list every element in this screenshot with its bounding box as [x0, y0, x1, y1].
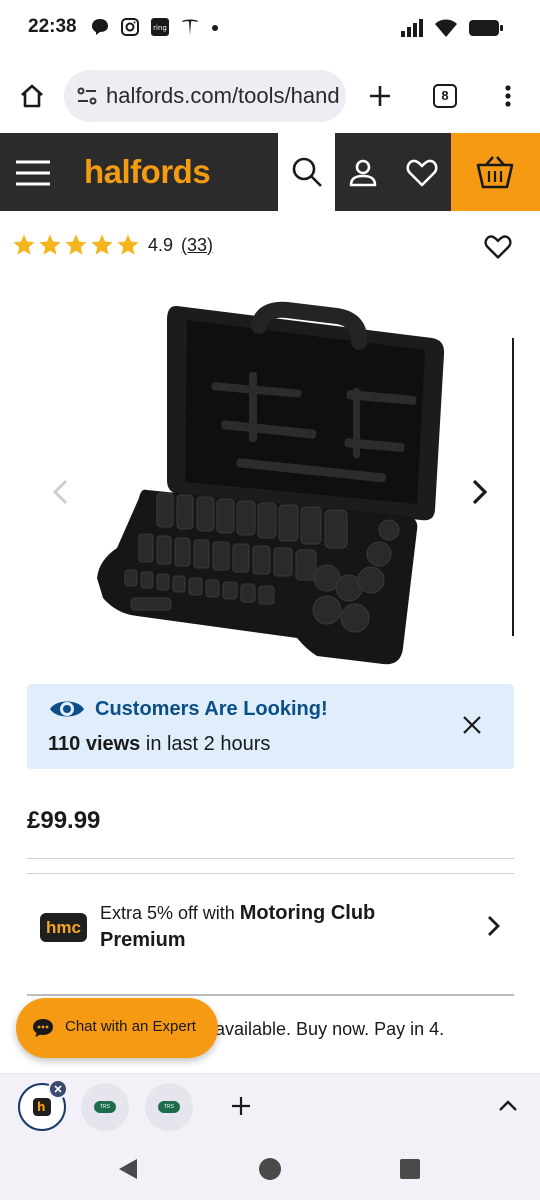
- new-tab-icon[interactable]: [368, 84, 392, 108]
- address-bar[interactable]: halfords.com/tools/hand: [64, 70, 346, 122]
- looking-views-text: 110 views in last 2 hours: [48, 733, 270, 756]
- site-header: halfords: [0, 133, 540, 211]
- back-nav-icon[interactable]: [117, 1157, 139, 1181]
- system-navigation-bar: [0, 1139, 540, 1200]
- socket-set-image: [97, 301, 445, 665]
- basket-button[interactable]: [451, 133, 540, 211]
- close-tab-icon: [54, 1085, 62, 1093]
- chat-with-expert-button[interactable]: Chat with an Expert: [16, 998, 218, 1058]
- search-button[interactable]: [278, 133, 335, 211]
- save-heart-icon[interactable]: [484, 234, 512, 260]
- tab-groups-strip: h TRS TRS: [0, 1073, 540, 1139]
- ring-icon: ring: [151, 18, 169, 36]
- close-tab-badge[interactable]: [48, 1079, 68, 1099]
- divider: [27, 994, 514, 996]
- tab-thumb-2[interactable]: TRS: [81, 1083, 129, 1131]
- product-price: £99.99: [27, 807, 101, 834]
- chevron-right-icon: [488, 916, 500, 936]
- svg-text:ring: ring: [153, 24, 167, 32]
- hmc-offer-text: Extra 5% off with Motoring Club Premium: [100, 900, 460, 954]
- halfords-logo[interactable]: halfords: [84, 153, 211, 191]
- star-icon: [117, 234, 139, 255]
- carousel-next-icon[interactable]: [470, 478, 490, 506]
- favicon-letter: h: [37, 1100, 46, 1114]
- account-icon[interactable]: [348, 158, 378, 188]
- divider: [27, 873, 514, 874]
- star-icon: [39, 234, 61, 255]
- home-nav-icon[interactable]: [258, 1157, 282, 1181]
- eye-icon: [50, 701, 84, 717]
- views-period: in last 2 hours: [140, 733, 271, 755]
- views-count: 110 views: [48, 733, 141, 755]
- basket-icon: [476, 156, 514, 189]
- chat-label: Chat with an Expert: [65, 1018, 196, 1035]
- trs-favicon: TRS: [94, 1101, 116, 1113]
- dot-icon: [212, 25, 218, 31]
- star-icon: [13, 234, 35, 255]
- next-image-edge: [512, 338, 514, 636]
- carousel-prev-icon[interactable]: [50, 478, 70, 506]
- star-rating: [12, 233, 140, 257]
- search-icon: [292, 157, 322, 187]
- signal-icon: [401, 19, 423, 37]
- home-icon[interactable]: [18, 82, 46, 110]
- status-bar: 22:38 ring: [0, 0, 540, 60]
- browser-toolbar: halfords.com/tools/hand 8: [0, 60, 540, 132]
- close-icon[interactable]: [462, 715, 482, 735]
- rating-value: 4.9: [148, 234, 174, 255]
- tesla-icon: [182, 19, 198, 35]
- chat-bubble-icon: [92, 19, 108, 35]
- wifi-icon: [435, 19, 457, 37]
- looking-title: Customers Are Looking!: [95, 698, 328, 720]
- status-time: 22:38: [28, 16, 77, 37]
- star-icon: [65, 234, 87, 255]
- url-text: halfords.com/tools/hand: [106, 83, 340, 108]
- chevron-up-icon[interactable]: [498, 1099, 518, 1113]
- halfords-favicon: h: [33, 1098, 51, 1116]
- customers-looking-banner: Customers Are Looking! 110 views in last…: [27, 684, 514, 769]
- recents-nav-icon[interactable]: [399, 1158, 421, 1180]
- hmc-offer-prefix: Extra 5% off with: [100, 903, 240, 923]
- hamburger-menu-icon[interactable]: [16, 160, 50, 186]
- menu-kebab-icon[interactable]: [498, 84, 518, 108]
- chat-icon: [33, 1019, 53, 1037]
- wishlist-heart-icon[interactable]: [406, 158, 438, 188]
- notification-icons: ring: [90, 17, 220, 37]
- site-settings-icon[interactable]: [76, 85, 98, 107]
- add-tab-icon[interactable]: [231, 1096, 251, 1116]
- divider: [27, 858, 514, 859]
- system-icons: [400, 18, 504, 38]
- star-icon: [91, 234, 113, 255]
- trs-favicon: TRS: [158, 1101, 180, 1113]
- hmc-badge: hmc: [40, 913, 87, 942]
- instagram-icon: [121, 18, 139, 36]
- product-rating[interactable]: 4.9 (33): [12, 233, 213, 257]
- pay-in-4-text: available. Buy now. Pay in 4.: [215, 1019, 445, 1039]
- battery-icon: [469, 20, 503, 36]
- tab-thumb-3[interactable]: TRS: [145, 1083, 193, 1131]
- product-image-carousel[interactable]: [27, 298, 513, 678]
- rating-count-link[interactable]: (33): [181, 235, 213, 256]
- tab-switcher-button[interactable]: 8: [433, 84, 457, 108]
